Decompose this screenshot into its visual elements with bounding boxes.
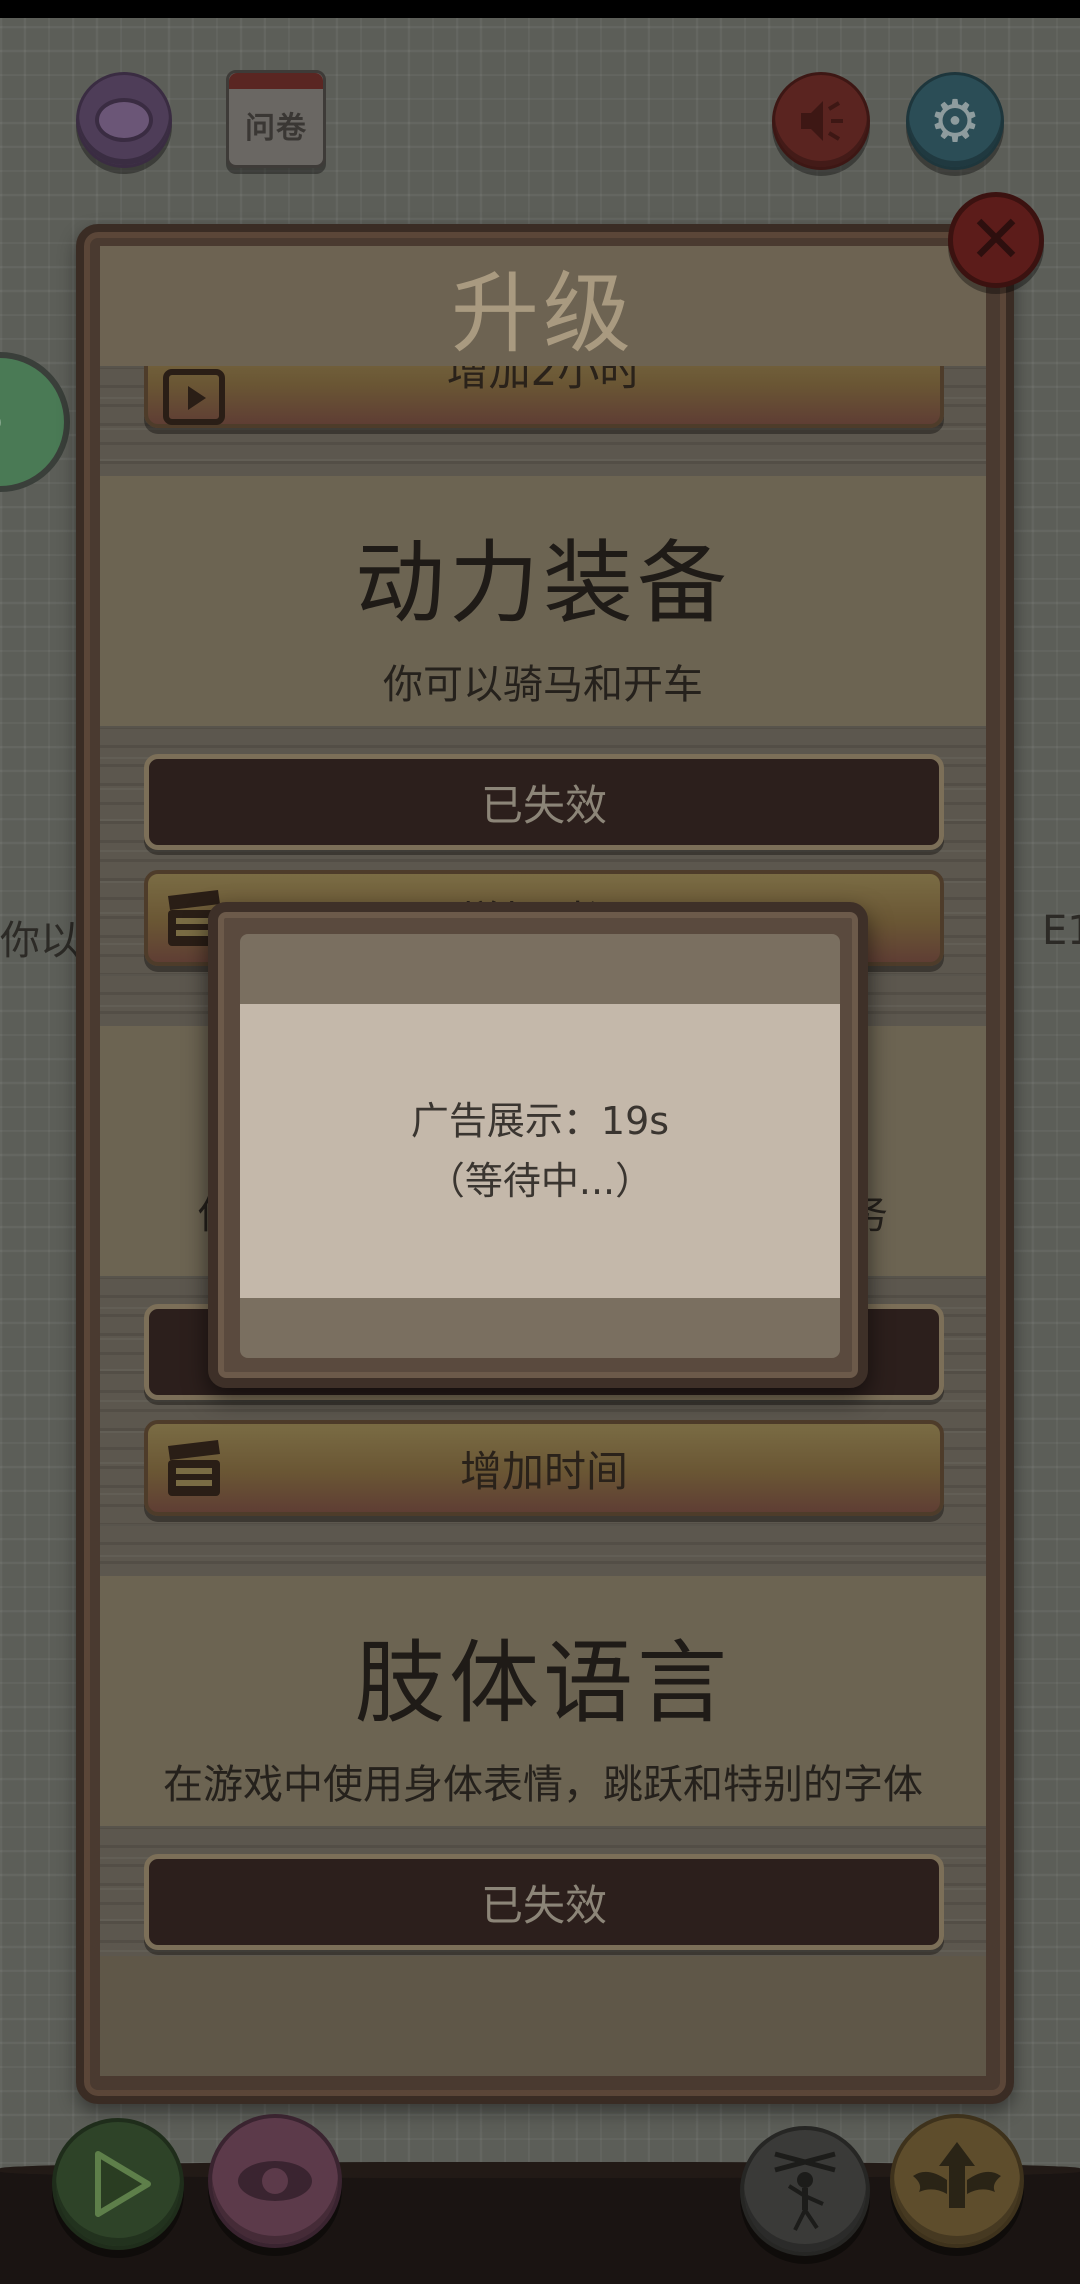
section-title: 动力装备 xyxy=(355,531,731,636)
section-description: 在游戏中使用身体表情，跳跃和特别的字体 xyxy=(163,1762,923,1808)
ad-countdown-text: 广告展示：19s xyxy=(410,1099,670,1143)
upgrade-item-actions: 已失效 xyxy=(100,1826,986,1956)
upgrade-item-body-language: 肢体语言 在游戏中使用身体表情，跳跃和特别的字体 xyxy=(100,1576,986,1826)
winged-arrow-icon xyxy=(913,2142,1001,2208)
section-description: 你可以骑马和开车 xyxy=(383,662,703,708)
panel-footer xyxy=(100,1956,986,2076)
upgrade-button[interactable] xyxy=(890,2114,1024,2248)
panel-header: 升级 xyxy=(100,246,986,366)
sound-button[interactable] xyxy=(772,72,870,170)
upgrade-item-power-gear: 动力装备 你可以骑马和开车 xyxy=(100,476,986,726)
puppet-button[interactable] xyxy=(740,2126,870,2256)
add-2-hours-label: 增加2小时 xyxy=(446,366,642,395)
speaker-icon xyxy=(801,101,843,141)
list-item: 增加2小时 xyxy=(100,366,986,476)
puppet-icon xyxy=(774,2151,836,2231)
expired-button[interactable]: 已失效 xyxy=(144,754,944,850)
play-button[interactable] xyxy=(52,2118,184,2250)
view-button[interactable] xyxy=(208,2114,342,2248)
status-bar xyxy=(0,0,1080,18)
play-icon xyxy=(95,2151,151,2217)
close-icon: ✕ xyxy=(968,201,1024,278)
video-ad-icon xyxy=(163,369,225,425)
section-title: 肢体语言 xyxy=(355,1631,731,1736)
add-time-button[interactable]: 增加时间 xyxy=(144,1420,944,1516)
expired-label: 已失效 xyxy=(480,1880,607,1930)
clapperboard-icon xyxy=(168,1440,220,1496)
coin-value: 4200 xyxy=(0,388,6,483)
survey-label: 问卷 xyxy=(245,111,307,146)
add-time-label: 增加时间 xyxy=(459,1446,628,1496)
expired-button[interactable]: 已失效 xyxy=(144,1854,944,1950)
add-2-hours-button[interactable]: 增加2小时 xyxy=(144,366,944,428)
ad-modal-content: 广告展示：19s （等待中...） xyxy=(240,1004,840,1298)
ad-waiting-text: （等待中...） xyxy=(426,1159,654,1203)
chat-button[interactable] xyxy=(76,72,172,168)
background-text-left: 你以 xyxy=(0,918,80,964)
close-button[interactable]: ✕ xyxy=(948,192,1044,288)
expired-label: 已失效 xyxy=(480,780,607,830)
eye-icon xyxy=(238,2161,312,2201)
gear-icon: ⚙ xyxy=(929,87,981,155)
chat-bubble-icon xyxy=(95,98,153,142)
survey-button[interactable]: 问卷 xyxy=(226,70,326,168)
coin-badge[interactable]: 4200 xyxy=(0,352,70,492)
panel-title: 升级 xyxy=(450,261,635,365)
settings-button[interactable]: ⚙ xyxy=(906,72,1004,170)
background-text-right: E17 xyxy=(1042,908,1080,954)
